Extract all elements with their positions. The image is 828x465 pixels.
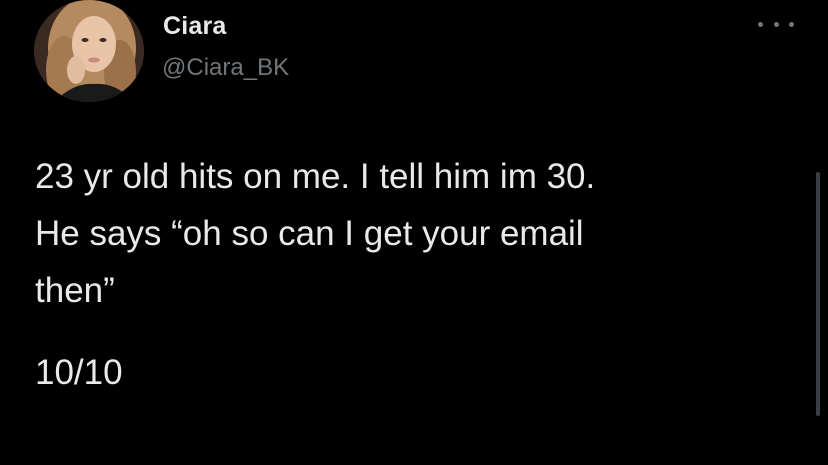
dot: [758, 21, 763, 27]
tweet-line: He says “oh so can I get your email: [35, 214, 584, 253]
tweet-score: 10/10: [35, 353, 123, 392]
scrollbar[interactable]: [816, 172, 820, 416]
tweet-line: then”: [35, 271, 115, 310]
author-display-name[interactable]: Ciara: [163, 12, 227, 41]
tweet-line: 23 yr old hits on me. I tell him im 30.: [35, 157, 596, 196]
dot: [789, 21, 794, 27]
more-dots-icon[interactable]: [758, 12, 794, 36]
author-handle[interactable]: @Ciara_BK: [162, 54, 289, 82]
avatar-photo: [34, 0, 144, 102]
avatar[interactable]: [34, 0, 144, 102]
dot: [773, 21, 779, 27]
tweet-text: 23 yr old hits on me. I tell him im 30. …: [35, 148, 795, 319]
